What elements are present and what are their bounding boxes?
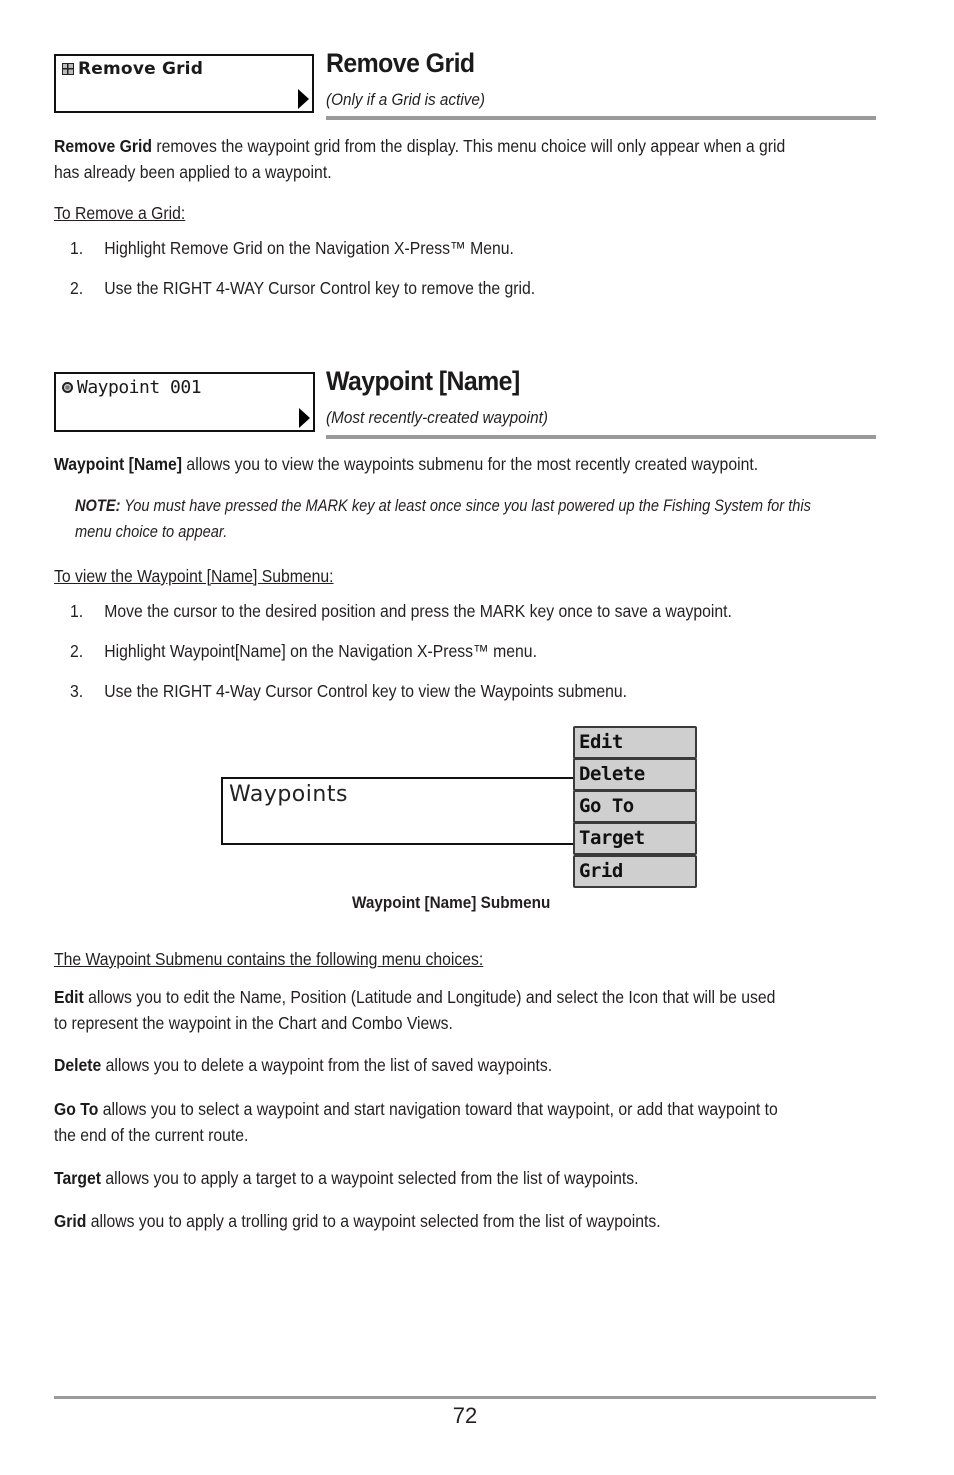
step-number: 3. (70, 681, 84, 701)
right-arrow-icon (298, 89, 309, 109)
choice-text: the end of the current route. (54, 1125, 249, 1145)
remove-grid-menu-label: Remove Grid (62, 59, 203, 79)
note-text: You must have pressed the MARK key at le… (120, 496, 811, 515)
waypoint-menu-text: Waypoint 001 (77, 377, 202, 398)
description-text: removes the waypoint grid from the displ… (152, 136, 786, 156)
submenu-item-go-to[interactable]: Go To (573, 790, 697, 823)
waypoints-menu-label: Waypoints (229, 782, 348, 807)
choices-heading: The Waypoint Submenu contains the follow… (54, 949, 484, 969)
waypoint-menu-item[interactable]: Waypoint 001 (54, 372, 315, 432)
choice-delete: Delete allows you to delete a waypoint f… (54, 1052, 801, 1078)
choice-term: Edit (54, 987, 84, 1007)
step-number: 1. (70, 601, 84, 621)
remove-grid-menu-text: Remove Grid (78, 59, 204, 79)
step-text: Use the RIGHT 4-WAY Cursor Control key t… (104, 278, 536, 298)
footer-divider (54, 1396, 876, 1399)
remove-grid-step: 1. Highlight Remove Grid on the Navigatio… (70, 238, 514, 259)
grid-icon (62, 63, 74, 75)
choice-text: allows you to select a waypoint and star… (98, 1099, 778, 1119)
choice-term: Target (54, 1168, 101, 1188)
waypoint-name-description: Waypoint [Name] allows you to view the w… (54, 451, 801, 477)
waypoint-procedure-heading: To view the Waypoint [Name] Submenu: (54, 566, 334, 586)
choice-term: Go To (54, 1099, 99, 1119)
submenu-item-grid[interactable]: Grid (573, 855, 697, 888)
choice-text: to represent the waypoint in the Chart a… (54, 1013, 453, 1033)
remove-grid-step: 2. Use the RIGHT 4-WAY Cursor Control key… (70, 278, 535, 299)
choice-target: Target allows you to apply a target to a… (54, 1165, 801, 1191)
description-text: allows you to view the waypoints submenu… (182, 454, 759, 474)
waypoint-icon (62, 382, 73, 393)
remove-grid-procedure-heading: To Remove a Grid: (54, 203, 186, 223)
remove-grid-subtitle: (Only if a Grid is active) (326, 90, 485, 109)
waypoint-menu-label: Waypoint 001 (62, 377, 202, 398)
waypoint-step: 1. Move the cursor to the desired positio… (70, 601, 732, 622)
section-divider (326, 435, 876, 439)
remove-grid-title: Remove Grid (326, 48, 475, 78)
step-text: Highlight Waypoint[Name] on the Navigati… (104, 641, 537, 661)
choice-edit: Edit allows you to edit the Name, Positi… (54, 984, 801, 1036)
note-label: NOTE: (75, 496, 121, 515)
description-text: has already been applied to a waypoint. (54, 162, 332, 182)
step-text: Use the RIGHT 4-Way Cursor Control key t… (104, 681, 628, 701)
step-number: 2. (70, 278, 84, 298)
step-number: 2. (70, 641, 84, 661)
submenu-item-delete[interactable]: Delete (573, 758, 697, 791)
choice-term: Delete (54, 1055, 102, 1075)
note: NOTE: You must have pressed the MARK key… (75, 493, 811, 545)
step-text: Move the cursor to the desired position … (104, 601, 732, 621)
note-text: menu choice to appear. (75, 522, 228, 541)
waypoint-step: 2. Highlight Waypoint[Name] on the Naviga… (70, 641, 537, 662)
term-waypoint-name: Waypoint [Name] (54, 454, 183, 474)
remove-grid-menu-item[interactable]: Remove Grid (54, 54, 314, 113)
right-arrow-icon (299, 408, 310, 428)
submenu-item-edit[interactable]: Edit (573, 726, 697, 759)
choice-term: Grid (54, 1211, 87, 1231)
submenu-item-target[interactable]: Target (573, 822, 697, 855)
choice-text: allows you to apply a target to a waypoi… (100, 1168, 639, 1188)
waypoint-name-subtitle: (Most recently-created waypoint) (326, 408, 548, 427)
choice-text: allows you to delete a waypoint from the… (101, 1055, 553, 1075)
term-remove-grid: Remove Grid (54, 136, 153, 156)
choice-text: allows you to apply a trolling grid to a… (86, 1211, 661, 1231)
choice-text: allows you to edit the Name, Position (L… (83, 987, 776, 1007)
section-divider (326, 116, 876, 120)
waypoint-name-title: Waypoint [Name] (326, 366, 520, 396)
step-text: Highlight Remove Grid on the Navigation … (104, 238, 514, 258)
choice-go-to: Go To allows you to select a waypoint an… (54, 1096, 801, 1148)
choice-grid: Grid allows you to apply a trolling grid… (54, 1208, 801, 1234)
step-number: 1. (70, 238, 84, 258)
waypoint-step: 3. Use the RIGHT 4-Way Cursor Control key… (70, 681, 627, 702)
figure-caption: Waypoint [Name] Submenu (352, 893, 551, 912)
remove-grid-description: Remove Grid removes the waypoint grid fr… (54, 133, 801, 185)
waypoints-menu-box[interactable]: Waypoints (221, 777, 573, 845)
page-number: 72 (452, 1403, 478, 1428)
